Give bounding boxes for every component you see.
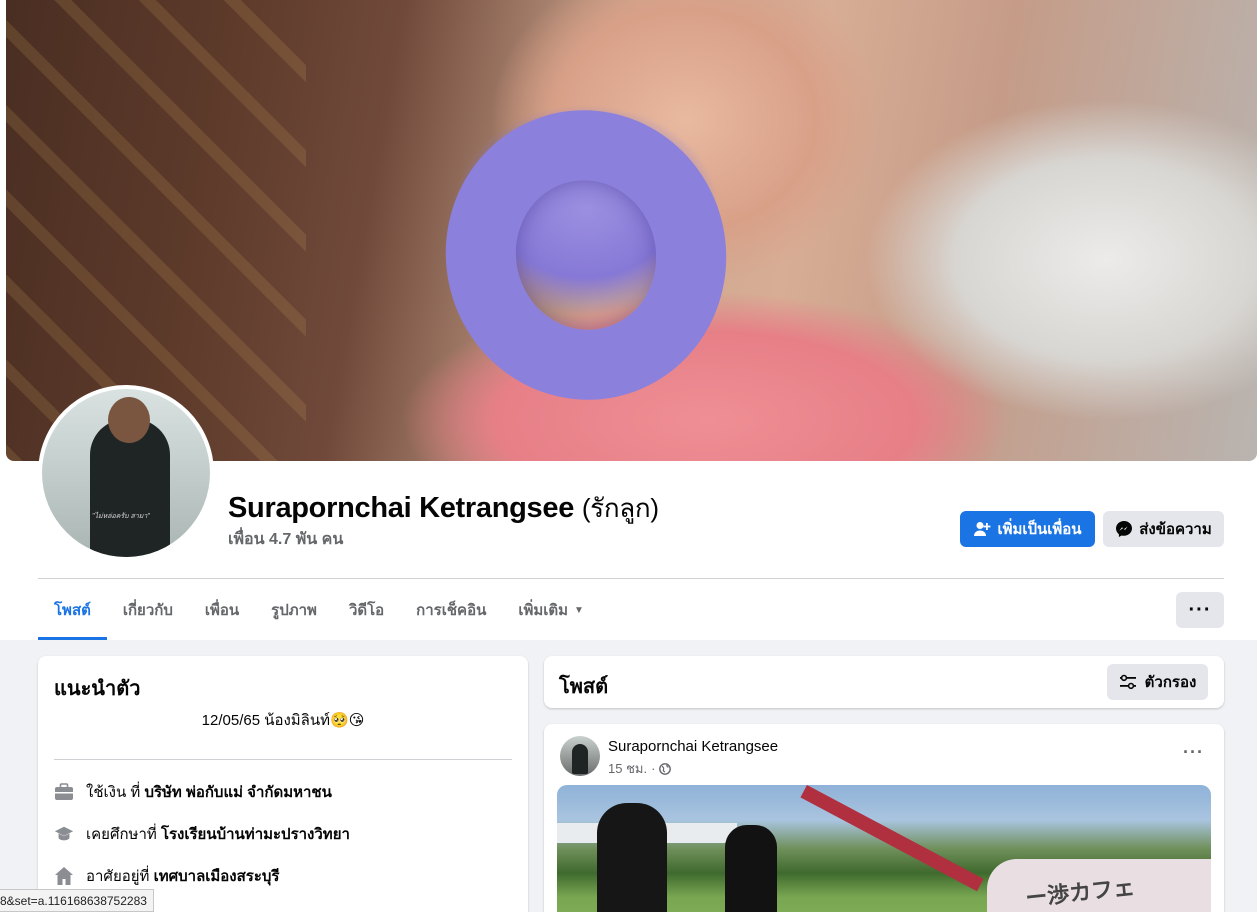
intro-divider bbox=[54, 759, 512, 760]
filter-button[interactable]: ตัวกรอง bbox=[1107, 664, 1208, 700]
info-education: เคยศึกษาที่ โรงเรียนบ้านท่ามะปรางวิทยา bbox=[54, 822, 350, 846]
profile-tabs: โพสต์ เกี่ยวกับ เพื่อน รูปภาพ วิดีโอ การ… bbox=[38, 580, 600, 640]
post-avatar-person-shape bbox=[572, 744, 588, 774]
add-friend-icon bbox=[974, 522, 991, 536]
profile-name: Surapornchai Ketrangsee (รักลูก) bbox=[228, 488, 659, 529]
info-home-prefix: อาศัยอยู่ที่ bbox=[86, 868, 150, 885]
home-icon bbox=[54, 866, 74, 886]
post-author-name[interactable]: Surapornchai Ketrangsee bbox=[608, 738, 778, 755]
info-education-text: เคยศึกษาที่ โรงเรียนบ้านท่ามะปรางวิทยา bbox=[86, 822, 350, 846]
post-image-car-hood bbox=[800, 785, 984, 892]
post-time[interactable]: 15 ชม. bbox=[608, 758, 647, 779]
post-card: Surapornchai Ketrangsee 15 ชม. · ··· ー渉カ… bbox=[544, 724, 1224, 912]
globe-icon bbox=[659, 762, 672, 775]
tab-label: รูปภาพ bbox=[271, 602, 317, 619]
posts-title: โพสต์ bbox=[559, 676, 609, 698]
tab-label: เกี่ยวกับ bbox=[122, 602, 173, 619]
tab-label: เพิ่มเติม bbox=[518, 602, 569, 619]
tab-about[interactable]: เกี่ยวกับ bbox=[107, 580, 189, 640]
post-image-person-1 bbox=[597, 803, 667, 912]
status-bar-url: 8&set=a.116168638752283 bbox=[0, 889, 154, 912]
info-work-text: ใช้เงิน ที่ บริษัท พ่อกับแม่ จำกัดมหาชน bbox=[86, 780, 332, 804]
info-home: อาศัยอยู่ที่ เทศบาลเมืองสระบุรี bbox=[54, 864, 279, 888]
header-divider bbox=[38, 578, 1224, 579]
post-image[interactable]: ー渉カフェ bbox=[557, 785, 1211, 912]
info-work-place[interactable]: บริษัท พ่อกับแม่ จำกัดมหาชน bbox=[144, 784, 331, 801]
profile-avatar[interactable]: "ไม่หล่อครับ สามา" bbox=[38, 385, 214, 561]
avatar-head-shape bbox=[108, 397, 150, 443]
post-meta: 15 ชม. · bbox=[608, 758, 672, 779]
filter-label: ตัวกรอง bbox=[1144, 674, 1197, 691]
tab-more[interactable]: เพิ่มเติม ▼ bbox=[502, 580, 600, 640]
posts-header-card: โพสต์ ตัวกรอง bbox=[544, 656, 1224, 708]
tab-label: เพื่อน bbox=[204, 602, 240, 619]
intro-title: แนะนำตัว bbox=[54, 678, 141, 700]
friend-count[interactable]: เพื่อน 4.7 พัน คน bbox=[228, 527, 343, 552]
info-education-place[interactable]: โรงเรียนบ้านท่ามะปรางวิทยา bbox=[161, 826, 350, 843]
post-meta-separator: · bbox=[651, 761, 656, 776]
info-education-prefix: เคยศึกษาที่ bbox=[86, 826, 157, 843]
post-author-avatar[interactable] bbox=[560, 736, 600, 776]
avatar-caption: "ไม่หล่อครับ สามา" bbox=[92, 513, 150, 520]
intro-card: แนะนำตัว 12/05/65 น้องมิลินท์🥺😘 ใช้เงิน … bbox=[38, 656, 528, 912]
info-work-prefix: ใช้เงิน ที่ bbox=[86, 784, 141, 801]
info-home-text: อาศัยอยู่ที่ เทศบาลเมืองสระบุรี bbox=[86, 864, 279, 888]
briefcase-icon bbox=[54, 782, 74, 802]
message-label: ส่งข้อความ bbox=[1139, 521, 1212, 538]
tab-videos[interactable]: วิดีโอ bbox=[333, 580, 400, 640]
tab-label: โพสต์ bbox=[54, 602, 91, 619]
avatar-photo: "ไม่หล่อครับ สามา" bbox=[42, 389, 210, 557]
info-home-place[interactable]: เทศบาลเมืองสระบุรี bbox=[154, 868, 280, 885]
messenger-icon bbox=[1116, 521, 1133, 537]
add-friend-button[interactable]: เพิ่มเป็นเพื่อน bbox=[960, 511, 1095, 547]
tab-friends[interactable]: เพื่อน bbox=[189, 580, 255, 640]
tab-posts[interactable]: โพสต์ bbox=[38, 580, 107, 640]
cover-photo[interactable] bbox=[6, 0, 1257, 461]
info-work: ใช้เงิน ที่ บริษัท พ่อกับแม่ จำกัดมหาชน bbox=[54, 780, 332, 804]
tab-label: การเช็คอิน bbox=[416, 602, 487, 619]
profile-display-name: Surapornchai Ketrangsee bbox=[228, 492, 575, 524]
tab-label: วิดีโอ bbox=[348, 602, 385, 619]
post-image-person-2 bbox=[725, 825, 777, 912]
post-options-button[interactable]: ··· bbox=[1183, 742, 1204, 763]
intro-bio: 12/05/65 น้องมิลินท์🥺😘 bbox=[201, 712, 365, 729]
tab-checkins[interactable]: การเช็คอิน bbox=[400, 580, 502, 640]
caret-down-icon: ▼ bbox=[574, 604, 584, 616]
cover-toy-ring bbox=[418, 84, 754, 426]
more-options-button[interactable]: ··· bbox=[1176, 592, 1224, 628]
message-button[interactable]: ส่งข้อความ bbox=[1103, 511, 1224, 547]
profile-alt-name: (รักลูก) bbox=[581, 493, 659, 523]
graduation-cap-icon bbox=[54, 824, 74, 844]
filter-icon bbox=[1119, 674, 1136, 690]
tab-photos[interactable]: รูปภาพ bbox=[255, 580, 333, 640]
profile-name-text: Surapornchai Ketrangsee (รักลูก) bbox=[228, 492, 659, 524]
add-friend-label: เพิ่มเป็นเพื่อน bbox=[997, 521, 1082, 538]
